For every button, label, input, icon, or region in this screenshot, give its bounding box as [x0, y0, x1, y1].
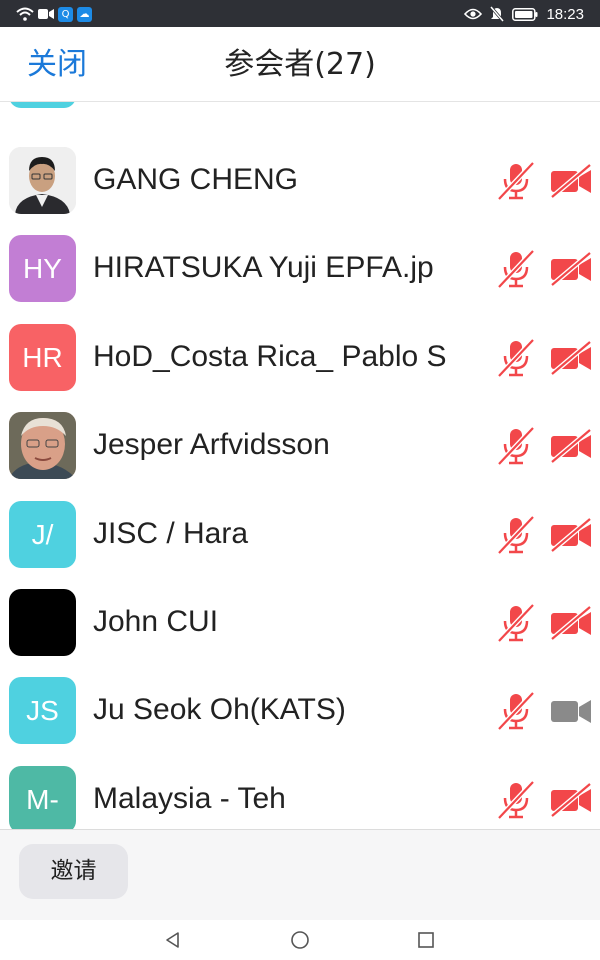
- avatar-initials: M-: [26, 784, 59, 815]
- avatar-initials: HR: [22, 342, 63, 373]
- avatar: [9, 412, 76, 479]
- participant-row[interactable]: M- Malaysia - Teh: [0, 755, 600, 829]
- participant-row-partial[interactable]: [0, 102, 600, 118]
- wifi-icon: [16, 7, 34, 21]
- mic-muted-icon[interactable]: [496, 161, 536, 201]
- video-status-icon: [38, 9, 54, 19]
- participant-list[interactable]: GANG CHENG HY HIRATSUKA Yuji EPFA.jp HR HoD_…: [0, 102, 600, 829]
- system-nav-bar: [0, 920, 600, 960]
- avatar: [9, 589, 76, 656]
- status-icons-left: Q ☁: [16, 5, 92, 23]
- participant-name: HIRATSUKA Yuji EPFA.jp: [93, 251, 434, 284]
- video-off-icon[interactable]: [550, 341, 592, 375]
- mic-muted-icon[interactable]: [496, 338, 536, 378]
- home-icon[interactable]: [290, 930, 310, 950]
- video-off-icon[interactable]: [550, 429, 592, 463]
- avatar-initials: J/: [31, 519, 54, 550]
- battery-icon: [512, 7, 538, 21]
- participant-name: Ju Seok Oh(KATS): [93, 693, 346, 726]
- recents-icon[interactable]: [416, 930, 436, 950]
- avatar: M-: [9, 766, 76, 829]
- mic-muted-icon[interactable]: [496, 249, 536, 289]
- mic-muted-icon[interactable]: [496, 426, 536, 466]
- participant-name: Malaysia - Teh: [93, 782, 286, 815]
- avatar-initials: JS: [26, 695, 59, 726]
- page-title: 参会者(27): [224, 47, 376, 82]
- avatar-initials: HY: [23, 253, 62, 284]
- participant-name: GANG CHENG: [93, 163, 299, 196]
- video-off-icon[interactable]: [550, 783, 592, 817]
- avatar-photo: [9, 147, 76, 214]
- participant-row[interactable]: GANG CHENG: [0, 136, 600, 224]
- participant-row[interactable]: HY HIRATSUKA Yuji EPFA.jp: [0, 224, 600, 312]
- header: 关闭 参会者(27): [0, 27, 600, 102]
- app-notification-icon: Q: [58, 6, 73, 22]
- avatar: HR: [9, 324, 76, 391]
- participant-name: John CUI: [93, 605, 219, 638]
- clock: 18:23: [546, 5, 584, 23]
- status-icons-right: 18:23: [464, 4, 584, 24]
- video-off-icon[interactable]: [550, 164, 592, 198]
- participant-row[interactable]: Jesper Arfvidsson: [0, 401, 600, 489]
- cloud-notification-icon: ☁: [77, 6, 92, 22]
- avatar: [9, 147, 76, 214]
- participant-row[interactable]: J/JISC / Hara: [0, 490, 600, 578]
- avatar: [9, 102, 76, 108]
- avatar-photo: [9, 412, 76, 479]
- mic-muted-icon[interactable]: [496, 780, 536, 820]
- status-bar: Q ☁ 18:23: [0, 0, 600, 27]
- avatar: HY: [9, 235, 76, 302]
- video-off-icon[interactable]: [550, 606, 592, 640]
- participant-name: Jesper Arfvidsson: [93, 428, 330, 461]
- back-icon[interactable]: [163, 930, 183, 950]
- footer: 邀请: [0, 829, 600, 920]
- mute-notification-icon: [490, 6, 505, 22]
- mic-muted-icon[interactable]: [496, 515, 536, 555]
- participant-row[interactable]: John CUI: [0, 578, 600, 666]
- video-off-icon[interactable]: [550, 518, 592, 552]
- participant-row[interactable]: JS Ju Seok Oh(KATS): [0, 666, 600, 754]
- mic-muted-icon[interactable]: [496, 603, 536, 643]
- avatar: J/: [9, 501, 76, 568]
- participant-name: JISC / Hara: [93, 517, 249, 550]
- video-off-icon[interactable]: [550, 252, 592, 286]
- participant-name: HoD_Costa Rica_ Pablo S: [93, 340, 447, 373]
- invite-button[interactable]: 邀请: [19, 844, 128, 899]
- participant-row[interactable]: HR HoD_Costa Rica_ Pablo S: [0, 313, 600, 401]
- video-camera-icon[interactable]: [550, 694, 592, 728]
- eye-icon: [464, 8, 483, 20]
- avatar: JS: [9, 677, 76, 744]
- mic-muted-icon[interactable]: [496, 691, 536, 731]
